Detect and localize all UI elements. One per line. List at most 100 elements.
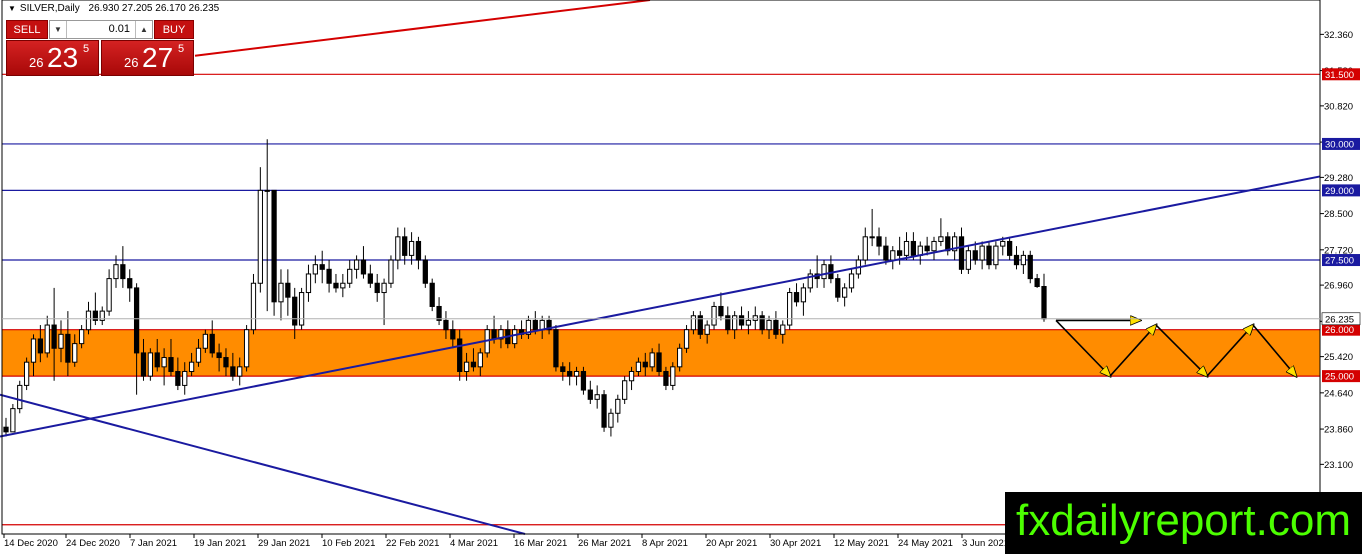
candle-body-bear — [133, 287, 140, 354]
candle — [965, 246, 972, 274]
candle-body-bear — [333, 282, 339, 289]
candle-body-bear — [910, 240, 917, 256]
candle-body-bear — [175, 370, 181, 386]
candle-body-bear — [580, 370, 587, 391]
candle-body-bear — [271, 189, 277, 303]
x-tick-label: 29 Jan 2021 — [258, 538, 310, 549]
x-tick-label: 19 Jan 2021 — [194, 538, 246, 549]
candle-body-bull — [264, 189, 270, 192]
candle — [711, 301, 717, 330]
candle-body-bear — [319, 264, 325, 270]
candle-body-bear — [37, 338, 44, 354]
candle-body-bull — [890, 250, 896, 261]
current-price-label: 26.235 — [1325, 314, 1354, 325]
x-tick-label: 12 May 2021 — [834, 538, 889, 549]
x-tick-label: 24 Dec 2020 — [66, 538, 120, 549]
chart-title: ▼ SILVER,Daily 26.930 27.205 26.170 26.23… — [8, 3, 219, 14]
candle — [243, 325, 250, 372]
candle-body-bull — [388, 259, 394, 284]
candle — [298, 287, 305, 330]
candle-body-bear — [972, 250, 978, 261]
candle-body-bear — [168, 357, 174, 372]
candle-body-bull — [381, 282, 387, 294]
x-tick-label: 8 Apr 2021 — [642, 538, 688, 549]
candle-body-bear — [360, 259, 367, 275]
candle-body-bear — [1034, 278, 1040, 288]
candle-body-bear — [663, 370, 669, 386]
candle-body-bear — [773, 319, 779, 335]
candle-body-bull — [848, 273, 855, 289]
candle — [250, 273, 257, 335]
candle-body-bear — [924, 245, 930, 252]
candle-body-bear — [656, 352, 662, 372]
chart-background — [0, 0, 1362, 554]
candle-body-bull — [869, 236, 875, 239]
y-tick-label: 24.640 — [1324, 388, 1353, 399]
candle-body-bull — [298, 292, 305, 326]
candle-body-bull — [615, 398, 621, 414]
candle-body-bear — [1006, 240, 1013, 256]
candle — [17, 380, 23, 414]
candle-body-bear — [532, 319, 538, 331]
buy-price-button[interactable]: 26 27 5 — [101, 40, 194, 76]
sell-button[interactable]: SELL — [6, 20, 48, 39]
candle-body-bear — [450, 329, 456, 340]
candle-body-bear — [285, 282, 291, 298]
candle-body-bull — [44, 324, 50, 354]
candle-body-bull — [10, 408, 16, 433]
candle-body-bull — [1000, 240, 1006, 247]
y-tick-label: 25.420 — [1324, 352, 1353, 363]
title-dropdown-icon[interactable]: ▼ — [8, 4, 16, 13]
candle-body-bull — [979, 245, 985, 261]
candle-body-bull — [690, 315, 697, 331]
candle-body-bull — [622, 380, 628, 400]
candle-body-bear — [216, 352, 222, 359]
candle-body-bear — [127, 278, 133, 289]
candle-body-bear — [986, 245, 992, 266]
candle-body-bull — [842, 287, 848, 298]
candle-body-bull — [202, 333, 208, 349]
candle-body-bull — [305, 273, 312, 294]
candle — [601, 390, 607, 432]
x-tick-label: 3 Jun 2021 — [962, 538, 1009, 549]
candle-body-bull — [683, 329, 690, 349]
x-tick-label: 24 May 2021 — [898, 538, 953, 549]
candle-body-bear — [3, 426, 9, 433]
candle-body-bull — [23, 361, 30, 386]
candle — [683, 325, 690, 353]
y-tick-label: 26.960 — [1324, 281, 1353, 292]
candle — [1027, 250, 1033, 284]
candle-body-bull — [512, 329, 518, 345]
lot-decrease-icon[interactable]: ▼ — [50, 21, 67, 38]
candle-body-bear — [65, 333, 71, 363]
candle-body-bull — [408, 240, 415, 256]
candle-body-bull — [573, 370, 580, 377]
candle-body-bear — [491, 329, 497, 340]
candle-body-bear — [1041, 286, 1047, 320]
candle-body-bear — [326, 268, 332, 284]
candle-body-bull — [72, 343, 78, 363]
candle-body-bear — [1027, 254, 1033, 280]
candle-body-bear — [601, 394, 607, 428]
candle — [10, 403, 16, 433]
sell-price-button[interactable]: 26 23 5 — [6, 40, 99, 76]
candle-body-bear — [567, 370, 573, 377]
candle-body-bull — [17, 384, 23, 410]
candle-body-bear — [958, 236, 965, 270]
candle — [388, 255, 394, 288]
candle-body-bull — [312, 264, 318, 275]
candle-body-bull — [85, 310, 92, 331]
lot-increase-icon[interactable]: ▲ — [135, 21, 152, 38]
y-tick-label: 23.860 — [1324, 425, 1353, 436]
candle-body-bull — [938, 236, 944, 242]
candle-body-bull — [752, 315, 758, 321]
lot-size-value[interactable]: 0.01 — [109, 21, 130, 38]
candle-body-bull — [30, 338, 37, 363]
lot-size-stepper[interactable]: ▼ 0.01 ▲ — [49, 20, 153, 39]
buy-price-prefix: 26 — [124, 55, 139, 70]
candle-body-bear — [883, 245, 889, 261]
buy-button[interactable]: BUY — [154, 20, 194, 39]
sell-price-prefix: 26 — [29, 55, 44, 70]
candle-body-bull — [353, 259, 360, 270]
candle-body-bull — [243, 329, 250, 368]
